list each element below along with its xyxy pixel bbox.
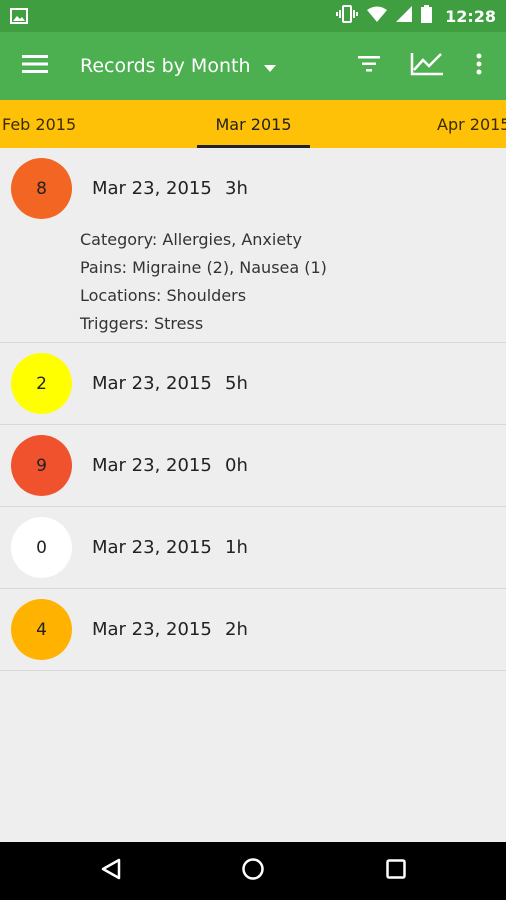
pain-level-badge: 0 [11,517,72,578]
status-bar: 12:28 [0,0,506,32]
app-title: Records by Month [80,55,251,77]
records-list: 8 Mar 23, 2015 3h Category: Allergies, A… [0,148,506,671]
wifi-icon [367,6,388,26]
record-date: Mar 23, 2015 [92,373,212,394]
recents-icon [386,859,406,883]
record-row[interactable]: 8 Mar 23, 2015 3h Category: Allergies, A… [0,148,506,343]
record-category: Category: Allergies, Anxiety [80,230,302,249]
record-duration: 0h [225,455,248,476]
filter-icon [358,56,380,76]
battery-icon [421,5,433,27]
record-row[interactable]: 2 Mar 23, 2015 5h [0,343,506,425]
tab-next-month[interactable]: Apr 2015 [437,100,506,148]
month-view-dropdown[interactable]: Records by Month [80,32,277,100]
record-locations: Locations: Shoulders [80,286,247,305]
chart-icon [410,52,444,80]
record-duration: 1h [225,537,248,558]
record-row[interactable]: 0 Mar 23, 2015 1h [0,507,506,589]
menu-icon [22,55,48,77]
image-icon [10,8,28,28]
more-options-button[interactable] [462,42,496,90]
record-duration: 3h [225,178,248,199]
back-icon [100,858,122,884]
record-details: Category: Allergies, Anxiety Pains: Migr… [80,226,327,338]
recents-button[interactable] [366,842,426,900]
pain-level-badge: 2 [11,353,72,414]
signal-icon [396,6,413,26]
menu-button[interactable] [10,42,60,90]
record-date: Mar 23, 2015 [92,619,212,640]
record-date: Mar 23, 2015 [92,455,212,476]
record-date: Mar 23, 2015 [92,178,212,199]
dropdown-arrow-icon [264,57,277,76]
record-row[interactable]: 9 Mar 23, 2015 0h [0,425,506,507]
pain-level-badge: 4 [11,599,72,660]
record-triggers: Triggers: Stress [80,314,204,333]
pain-level-badge: 8 [11,158,72,219]
home-icon [241,857,265,885]
more-vert-icon [476,53,482,79]
clock: 12:28 [445,6,496,26]
home-button[interactable] [223,842,283,900]
vibrate-icon [336,5,359,27]
record-date: Mar 23, 2015 [92,537,212,558]
record-row[interactable]: 4 Mar 23, 2015 2h [0,589,506,671]
record-duration: 2h [225,619,248,640]
record-duration: 5h [225,373,248,394]
month-tabs: Feb 2015 Mar 2015 Apr 2015 [0,100,506,148]
back-button[interactable] [81,842,141,900]
system-nav-bar [0,842,506,900]
tab-prev-month[interactable]: Feb 2015 [2,100,76,148]
app-bar: Records by Month [0,32,506,100]
pain-level-badge: 9 [11,435,72,496]
chart-button[interactable] [404,42,450,90]
record-pains: Pains: Migraine (2), Nausea (1) [80,258,327,277]
tab-current-month[interactable]: Mar 2015 [197,100,310,148]
filter-button[interactable] [346,42,392,90]
